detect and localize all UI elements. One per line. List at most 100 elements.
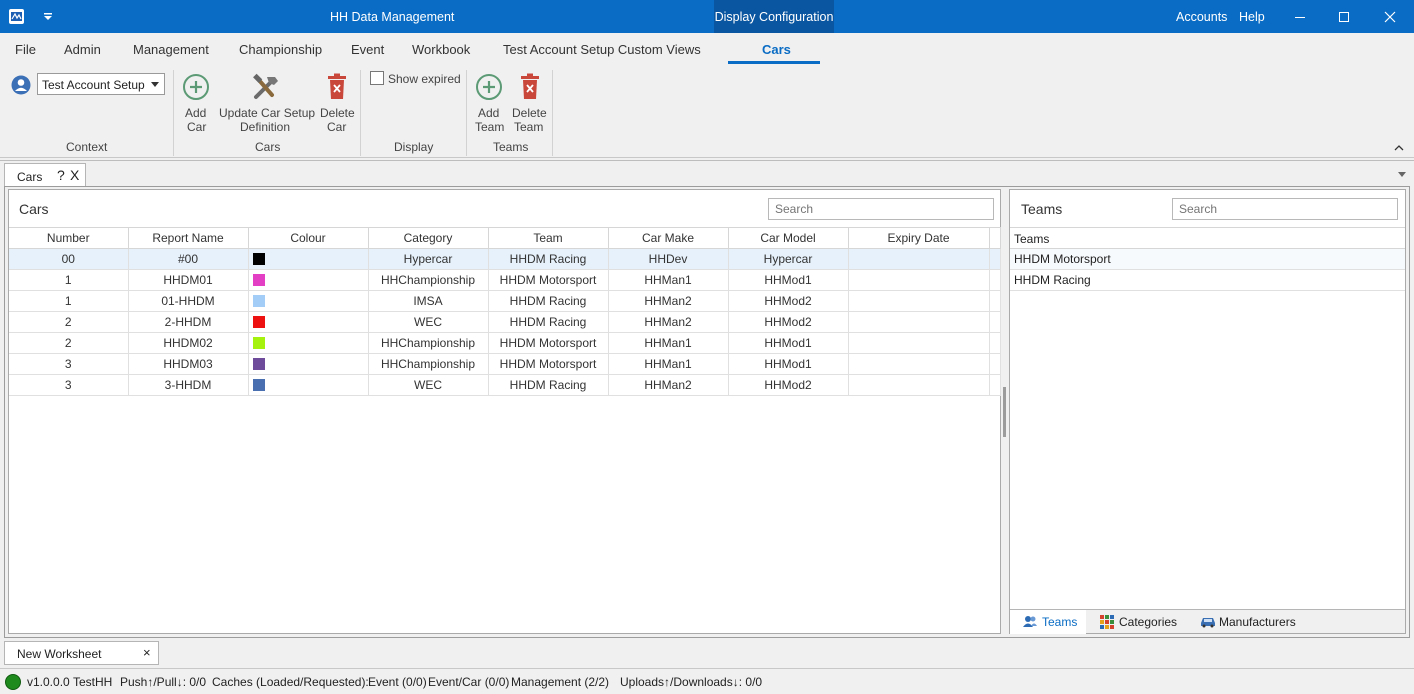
cell-colour [248,269,369,291]
table-row[interactable]: 2 HHDM02 HHChampionship HHDM Motorsport HHMa… [9,332,1001,354]
column-header[interactable]: Expiry Date [848,227,990,249]
tab-cars[interactable]: Cars [762,42,791,57]
connection-status-icon [5,674,21,690]
cell-colour [248,290,369,312]
cell-category: Hypercar [368,248,489,270]
cell-model: HHMod2 [728,311,849,333]
bottom-tab-manufacturers[interactable]: Manufacturers [1196,610,1306,634]
collapse-ribbon-icon[interactable] [1393,142,1405,152]
teams-list-header: Teams [1010,227,1405,249]
column-header[interactable]: Colour [248,227,369,249]
show-expired-label[interactable]: Show expired [388,72,461,86]
group-separator [466,70,467,156]
cell-team: HHDM Racing [488,374,609,396]
tab-overflow-icon[interactable] [1398,172,1406,177]
column-header[interactable]: Report Name [128,227,249,249]
cell-model: HHMod1 [728,332,849,354]
group-label-cars: Cars [255,140,281,154]
colour-swatch [252,379,265,391]
cell-filler [989,269,1001,291]
teams-search-input[interactable] [1172,198,1398,220]
context-select-value: Test Account Setup [42,78,145,92]
tab-championship[interactable]: Championship [239,42,322,57]
cell-filler [989,248,1001,270]
help-link[interactable]: Help [1239,10,1265,24]
tab-event[interactable]: Event [351,42,384,57]
column-header[interactable]: Number [9,227,129,249]
cell-report: HHDM03 [128,353,249,375]
status-version: v1.0.0.0 [27,675,70,689]
cell-category: HHChampionship [368,332,489,354]
cell-model: HHMod1 [728,353,849,375]
table-row[interactable]: 00 #00 Hypercar HHDM Racing HHDev Hypercar [9,248,1001,270]
users-icon [1023,616,1037,627]
cars-search-input[interactable] [768,198,994,220]
list-item[interactable]: HHDM Motorsport [1010,249,1405,270]
cell-filler [989,374,1001,396]
close-window-button[interactable] [1367,0,1413,33]
cell-filler [989,353,1001,375]
cell-category: HHChampionship [368,353,489,375]
close-worksheet-icon[interactable]: × [143,645,151,660]
table-row[interactable]: 3 3-HHDM WEC HHDM Racing HHMan2 HHMod2 [9,374,1001,396]
bottom-tab-manufacturers-label: Manufacturers [1219,615,1296,629]
tab-admin[interactable]: Admin [64,42,101,57]
list-item[interactable]: HHDM Racing [1010,270,1405,291]
cell-colour [248,248,369,270]
bottom-tab-teams[interactable]: Teams [1010,610,1086,634]
column-header[interactable]: Team [488,227,609,249]
doc-tab-cars[interactable]: Cars ? X [4,163,86,187]
accounts-link[interactable]: Accounts [1176,10,1227,24]
cell-make: HHDev [608,248,729,270]
delete-car-label-2: Car [327,120,347,134]
show-expired-checkbox[interactable] [370,71,384,85]
cell-model: HHMod1 [728,269,849,291]
cell-team: HHDM Motorsport [488,353,609,375]
cell-make: HHMan2 [608,290,729,312]
table-row[interactable]: 1 HHDM01 HHChampionship HHDM Motorsport HHMa… [9,269,1001,291]
minimize-button[interactable] [1277,0,1323,33]
bottom-tab-categories[interactable]: Categories [1096,610,1186,634]
cell-report: HHDM02 [128,332,249,354]
contextual-tab-header: Display Configuration [714,0,834,33]
delete-team-label-2: Team [514,120,544,134]
user-icon [11,75,31,95]
cell-report: 3-HHDM [128,374,249,396]
table-row[interactable]: 2 2-HHDM WEC HHDM Racing HHMan2 HHMod2 [9,311,1001,333]
cars-table-header: Number Report Name Colour Category Team … [9,227,1001,249]
teams-list: HHDM Motorsport HHDM Racing [1010,249,1405,291]
tab-file[interactable]: File [15,42,36,57]
group-separator [552,70,553,156]
context-select[interactable]: Test Account Setup [37,73,165,95]
cell-number: 1 [9,269,129,291]
table-row[interactable]: 1 01-HHDM IMSA HHDM Racing HHMan2 HHMod2 [9,290,1001,312]
cell-category: IMSA [368,290,489,312]
cell-number: 3 [9,353,129,375]
window-title: HH Data Management [330,10,455,24]
cell-expiry [848,332,990,354]
delete-team-label-1: Delete [512,106,547,120]
splitter-handle[interactable] [1003,387,1006,437]
help-icon[interactable]: ? [57,167,65,183]
cell-team: HHDM Racing [488,311,609,333]
column-header[interactable]: Car Make [608,227,729,249]
teams-panel: Teams Teams HHDM MotorsportHHDM Racing T… [1009,189,1406,634]
column-header[interactable]: Category [368,227,489,249]
maximize-button[interactable] [1321,0,1367,33]
add-car-label-1: Add [185,106,207,120]
worksheet-tab[interactable]: New Worksheet × [4,641,159,665]
status-eventcar: Event/Car (0/0) [428,675,510,689]
tab-custom-views[interactable]: Test Account Setup Custom Views [503,42,701,57]
car-icon [1201,618,1215,628]
column-header[interactable]: Car Model [728,227,849,249]
app-logo-icon[interactable] [9,9,24,24]
close-tab-icon[interactable]: X [70,167,79,183]
cell-expiry [848,353,990,375]
quick-access-dropdown-icon[interactable] [42,11,54,23]
tab-workbook[interactable]: Workbook [412,42,470,57]
add-car-label-2: Car [187,120,207,134]
tab-management[interactable]: Management [133,42,209,57]
colour-swatch [252,316,265,328]
table-row[interactable]: 3 HHDM03 HHChampionship HHDM Motorsport HHMa… [9,353,1001,375]
teams-column-header[interactable]: Teams [1014,232,1049,246]
